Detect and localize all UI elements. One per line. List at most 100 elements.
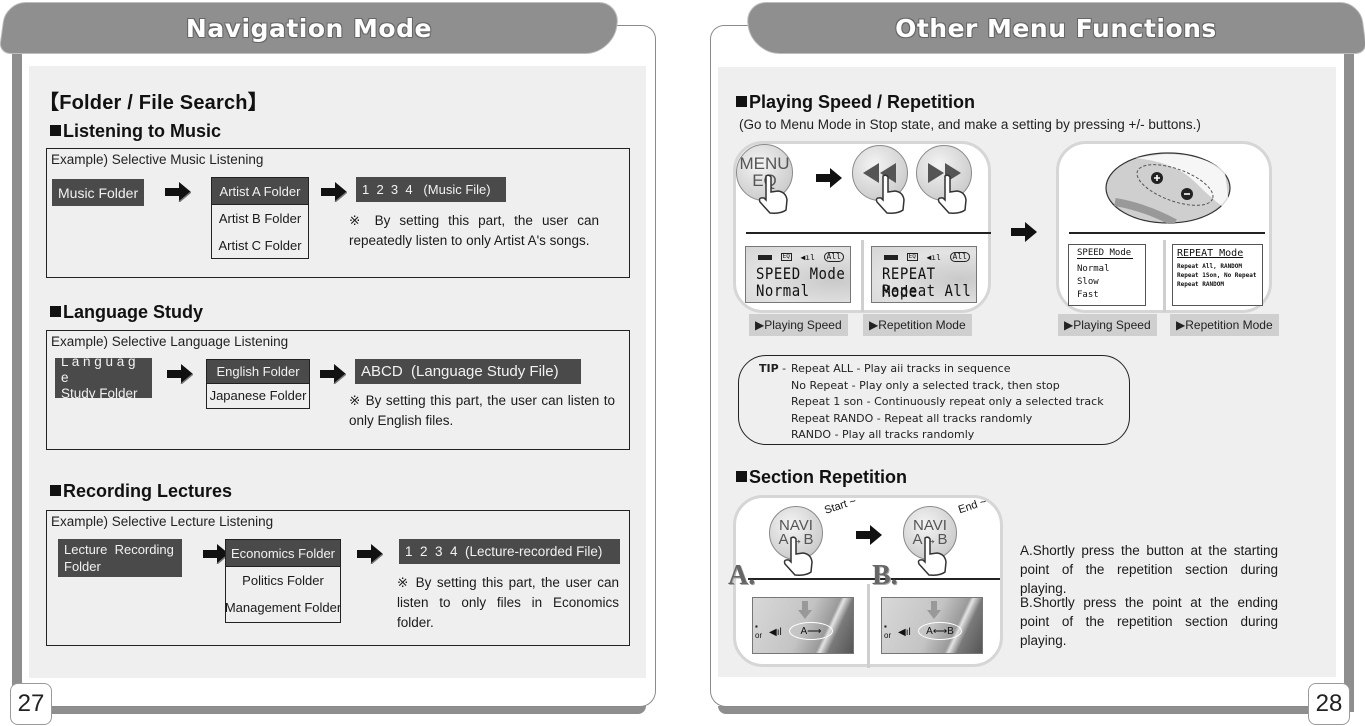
- repeat-ab-indicator: A⟷B: [918, 622, 962, 640]
- step-a-label: A.: [728, 560, 756, 591]
- section-title-lectures: Recording Lectures: [50, 481, 232, 502]
- music-folder-chip: Music Folder: [52, 179, 145, 206]
- step-b-description: B.Shortly press the point at the ending …: [1020, 595, 1278, 648]
- page-number: 28: [1308, 683, 1350, 725]
- lcd-line: SPEED Mode: [756, 265, 846, 284]
- tip-label-row: TIP -: [759, 362, 787, 375]
- section-subtitle: (Go to Menu Mode in Stop state, and make…: [739, 117, 1201, 132]
- page-28: Other Menu Functions Playing Speed / Rep…: [680, 0, 1365, 726]
- example-box-music: Example) Selective Music Listening Music…: [46, 148, 630, 278]
- start-label: Start ~: [822, 495, 858, 517]
- caption-playing-speed: ▶Playing Speed: [1058, 314, 1157, 336]
- battery-icon: [884, 254, 898, 260]
- button-press-panel: MENU EQ EQ ◀ıl All SPEED Mode Normal EQ …: [733, 141, 991, 313]
- eq-icon: ▪ or: [755, 622, 763, 640]
- page-27: Navigation Mode 【Folder / File Search】 L…: [0, 0, 680, 726]
- language-folder-chip: L a n g u a g e Study Folder: [55, 354, 152, 401]
- divider: [1163, 240, 1166, 312]
- menu-option: Repeat RANDOM: [1177, 281, 1224, 288]
- section-title-section-repetition: Section Repetition: [736, 467, 907, 488]
- right-arrow-icon: [816, 168, 842, 188]
- right-arrow-icon: [1011, 222, 1037, 242]
- device-plus-minus-illustration: [1105, 152, 1231, 224]
- page-title-tab: Other Menu Functions: [744, 2, 1365, 54]
- repeat-a-indicator: A⟶: [789, 622, 833, 640]
- menu-options: Normal Slow Fast: [1077, 263, 1110, 302]
- page-number: 27: [10, 683, 52, 725]
- bullet-square: [736, 96, 747, 107]
- step-b-label: B.: [872, 560, 898, 591]
- right-arrow-icon: [167, 364, 193, 384]
- folder-item: Management Folder: [224, 600, 342, 615]
- down-arrow-icon: [927, 601, 941, 619]
- content-area: Playing Speed / Repetition (Go to Menu M…: [718, 67, 1336, 677]
- tip-line: Repeat 1 son - Continuously repeat only …: [791, 395, 1104, 408]
- section-title-language: Language Study: [50, 302, 203, 323]
- repeat-menu-screen: REPEAT Mode Repeat All, RANDOM Repeat 1S…: [1172, 244, 1263, 306]
- battery-icon: [758, 254, 772, 260]
- lecture-note: ※ By setting this part, the user can lis…: [397, 575, 619, 630]
- folder-item-selected: Economics Folder: [226, 540, 340, 567]
- frame-shadow: [718, 706, 1344, 714]
- repeat-all-icon: All: [823, 252, 844, 262]
- down-arrow-icon: [798, 601, 812, 619]
- volume-icon: ◀ıl: [898, 627, 911, 638]
- lcd-repeat-screen: EQ ◀ıl All REPEAT Mode Repeat All: [871, 246, 977, 303]
- tip-lines: Repeat ALL - Play aii tracks in sequence…: [791, 361, 1104, 444]
- frame-shadow: [1344, 52, 1354, 712]
- folder-item: Artist C Folder: [218, 238, 302, 253]
- pointing-hand-icon: [917, 536, 947, 576]
- bullet-square: [50, 125, 61, 136]
- right-arrow-icon: [321, 182, 347, 202]
- volume-icon: ◀ıl: [926, 252, 941, 262]
- menu-option: Fast: [1077, 290, 1099, 300]
- example-box-language: Example) Selective Language Listening L …: [46, 330, 630, 450]
- tip-line: Repeat ALL - Play aii tracks in sequence: [791, 362, 1011, 375]
- screen-b: ▪ or ◀ıl A⟷B: [881, 597, 983, 654]
- right-arrow-icon: [320, 364, 346, 384]
- step-a-description: A.Shortly press the button at the starti…: [1020, 543, 1278, 596]
- frame-shadow: [22, 706, 646, 714]
- bullet-square: [736, 471, 747, 482]
- lcd-speed-screen: EQ ◀ıl All SPEED Mode Normal: [745, 246, 851, 303]
- divider: [1069, 232, 1265, 234]
- artist-folder-list: Artist A Folder Artist B Folder Artist C…: [211, 177, 309, 259]
- example-label: Example) Selective Music Listening: [51, 152, 264, 167]
- example-box-lecture: Example) Selective Lecture Listening Lec…: [46, 510, 630, 646]
- end-label: End ~: [956, 495, 989, 517]
- lecture-folder-chip: Lecture Recording Folder: [58, 539, 182, 577]
- divider: [746, 232, 991, 234]
- folder-item: Artist B Folder: [218, 211, 302, 226]
- menu-option: Normal: [1077, 264, 1110, 274]
- volume-icon: ◀ıl: [769, 627, 782, 638]
- caption-playing-speed: ▶Playing Speed: [749, 314, 848, 336]
- caption-repetition-mode: ▶Repetition Mode: [863, 314, 972, 336]
- tip-line: Repeat RANDO - Repeat all tracks randoml…: [791, 411, 1033, 425]
- folder-item-selected: Artist A Folder: [212, 178, 308, 205]
- bullet-square: [50, 485, 61, 496]
- language-note: ※ By setting this part, the user can lis…: [349, 393, 615, 428]
- lcd-status-bar: EQ ◀ıl All: [884, 252, 970, 262]
- eq-icon: EQ: [780, 253, 792, 261]
- divider: [861, 240, 864, 312]
- language-folder-list: English Folder Japanese Folder: [206, 359, 310, 409]
- menu-option: Repeat 1Son, No Repeat: [1177, 272, 1257, 279]
- eq-icon: EQ: [906, 253, 918, 261]
- folder-item: Politics Folder: [242, 573, 324, 588]
- language-file-chip: ABCD (Language Study File): [355, 359, 581, 384]
- menu-options: Repeat All, RANDOM Repeat 1Son, No Repea…: [1177, 262, 1256, 289]
- divider: [867, 584, 870, 668]
- menu-option: Slow: [1077, 277, 1099, 287]
- pointing-hand-icon: [937, 174, 967, 214]
- right-arrow-icon: [357, 544, 383, 564]
- folder-item: Japanese Folder: [209, 388, 307, 403]
- music-note: ※ By setting this part, the user can rep…: [349, 213, 599, 248]
- page-title: Navigation Mode: [186, 13, 433, 43]
- lecture-folder-list: Economics Folder Politics Folder Managem…: [225, 539, 341, 623]
- pointing-hand-icon: [758, 174, 788, 214]
- section-title-music: Listening to Music: [50, 121, 221, 142]
- plus-minus-panel: SPEED Mode Normal Slow Fast REPEAT Mode …: [1056, 141, 1272, 313]
- caption-repetition-mode: ▶Repetition Mode: [1170, 314, 1279, 336]
- right-arrow-icon: [856, 525, 882, 545]
- frame-shadow: [12, 40, 22, 714]
